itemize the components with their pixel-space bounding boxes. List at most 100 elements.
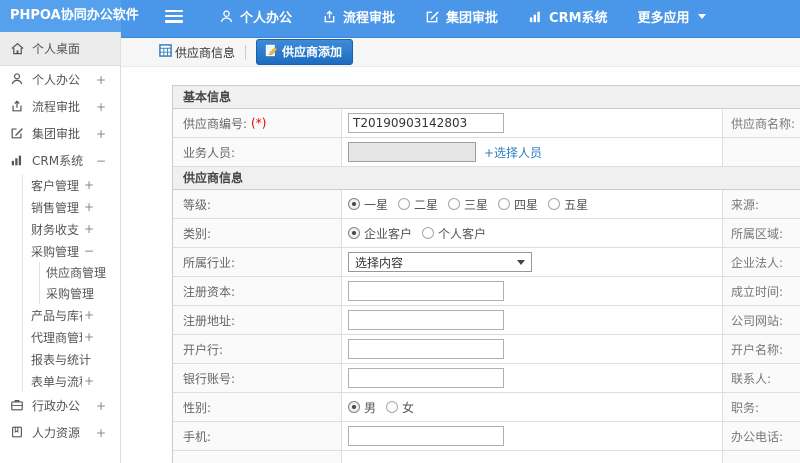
radio-icon[interactable] xyxy=(448,198,461,210)
caret-down-icon xyxy=(697,13,706,19)
expand-icon[interactable]: + xyxy=(84,308,94,322)
radio-grade-4star[interactable]: 四星 xyxy=(498,196,538,213)
radio-individual-customer[interactable]: 个人客户 xyxy=(422,225,486,242)
expand-icon[interactable]: + xyxy=(96,73,106,87)
field-cell: 选择内容 xyxy=(342,248,723,276)
mobile-input[interactable] xyxy=(348,426,504,446)
expand-icon[interactable]: + xyxy=(96,100,106,114)
radio-enterprise-customer[interactable]: 企业客户 xyxy=(348,225,412,242)
field-label: 企业法人: xyxy=(723,248,800,276)
radio-icon[interactable] xyxy=(498,198,511,210)
sidebar-item-purchase-management[interactable]: 采购管理 − xyxy=(23,240,120,262)
field-cell: 企业客户 个人客户 xyxy=(342,219,723,247)
section-header-supplier-info: 供应商信息 xyxy=(173,167,800,190)
sidebar-item-group-approval[interactable]: 集团审批 + xyxy=(0,120,120,147)
sidebar-item-agent-management[interactable]: 代理商管理 + xyxy=(23,326,120,348)
bank-input[interactable] xyxy=(348,339,504,359)
collapse-icon[interactable]: − xyxy=(96,154,106,168)
sidebar-item-purchasing[interactable]: 采购管理 xyxy=(40,283,120,304)
expand-icon[interactable]: + xyxy=(84,200,94,214)
radio-icon[interactable] xyxy=(348,198,360,210)
expand-icon[interactable]: + xyxy=(84,178,94,192)
nav-group-approval[interactable]: 集团审批 xyxy=(425,7,498,26)
field-label: 开户行: xyxy=(173,335,342,363)
nav-workflow-approval[interactable]: 流程审批 xyxy=(322,7,395,26)
cabinet-icon xyxy=(10,398,25,413)
expand-icon[interactable]: + xyxy=(96,127,106,141)
radio-icon[interactable] xyxy=(348,401,360,413)
sidebar-item-label: 采购管理 xyxy=(46,287,95,301)
radio-icon[interactable] xyxy=(386,401,399,413)
sidebar-item-label: 财务收支 xyxy=(31,222,80,237)
form-row-grade: 等级: 一星 二星 三星 四星 五星 来源: xyxy=(173,190,800,219)
nav-more-apps[interactable]: 更多应用 xyxy=(638,7,706,26)
sidebar-item-sales-management[interactable]: 销售管理 + xyxy=(23,196,120,218)
required-marker: (*) xyxy=(251,116,267,130)
sidebar-item-personal-office[interactable]: 个人办公 + xyxy=(0,66,120,93)
field-label xyxy=(723,451,800,463)
select-person-link[interactable]: +选择人员 xyxy=(484,144,542,161)
expand-icon[interactable]: + xyxy=(84,222,94,236)
radio-grade-3star[interactable]: 三星 xyxy=(448,196,488,213)
collapse-icon[interactable]: − xyxy=(84,244,94,258)
tab-supplier-info[interactable]: 供应商信息 xyxy=(159,44,235,61)
field-label: 业务人员: xyxy=(173,138,342,166)
sidebar-item-label: 集团审批 xyxy=(32,127,81,141)
user-icon xyxy=(219,9,234,24)
hamburger-menu-icon[interactable] xyxy=(165,9,183,23)
radio-icon[interactable] xyxy=(398,198,411,210)
sidebar-item-label: 个人办公 xyxy=(32,73,81,87)
field-cell xyxy=(342,109,723,137)
supplier-no-input[interactable] xyxy=(348,113,504,133)
radio-icon[interactable] xyxy=(422,227,435,239)
expand-icon[interactable]: + xyxy=(84,330,94,344)
sidebar-item-crm-system[interactable]: CRM系统 − xyxy=(0,147,120,174)
edit-icon xyxy=(425,9,440,24)
field-label: 来源: xyxy=(723,190,800,218)
field-cell xyxy=(342,422,723,450)
sidebar-item-customer-management[interactable]: 客户管理 + xyxy=(23,174,120,196)
sidebar-item-administrative-office[interactable]: 行政办公 + xyxy=(0,392,120,419)
form-row-industry: 所属行业: 选择内容 企业法人: xyxy=(173,248,800,277)
sidebar-item-finance[interactable]: 财务收支 + xyxy=(23,218,120,240)
field-label: 注册地址: xyxy=(173,306,342,334)
add-doc-icon xyxy=(265,44,278,60)
tab-separator xyxy=(245,44,247,60)
nav-personal-office[interactable]: 个人办公 xyxy=(219,7,292,26)
sidebar-item-label: 产品与库存 xyxy=(31,308,82,323)
form-row-supplier-no: 供应商编号: (*) 供应商名称: (*) xyxy=(173,109,800,138)
expand-icon[interactable]: + xyxy=(84,374,94,388)
edit-icon xyxy=(10,126,25,141)
industry-select[interactable]: 选择内容 xyxy=(348,252,532,272)
radio-icon[interactable] xyxy=(348,227,360,239)
registered-capital-input[interactable] xyxy=(348,281,504,301)
radio-icon[interactable] xyxy=(548,198,561,210)
radio-grade-5star[interactable]: 五星 xyxy=(548,196,588,213)
radio-grade-1star[interactable]: 一星 xyxy=(348,196,388,213)
sidebar-item-product-inventory[interactable]: 产品与库存 + xyxy=(23,304,120,326)
sidebar-item-label: 销售管理 xyxy=(31,200,80,215)
registered-address-input[interactable] xyxy=(348,310,504,330)
sidebar-item-personal-desktop[interactable]: 个人桌面 xyxy=(0,32,120,66)
field-label: 职务: xyxy=(723,393,800,421)
expand-icon[interactable]: + xyxy=(96,399,106,413)
field-label xyxy=(723,138,800,166)
sidebar-item-form-workflow-settings[interactable]: 表单与流程设置 + xyxy=(23,370,120,392)
radio-male[interactable]: 男 xyxy=(348,399,376,416)
bank-account-input[interactable] xyxy=(348,368,504,388)
supplier-add-form: 基本信息 供应商编号: (*) 供应商名称: (*) 业务人员: +选择人员 供… xyxy=(172,85,800,463)
expand-icon[interactable]: + xyxy=(96,426,106,440)
sidebar-item-supplier-management[interactable]: 供应商管理 xyxy=(40,262,120,283)
radio-grade-2star[interactable]: 二星 xyxy=(398,196,438,213)
field-cell: 一星 二星 三星 四星 五星 xyxy=(342,190,723,218)
radio-female[interactable]: 女 xyxy=(386,399,414,416)
nav-crm-system[interactable]: CRM系统 xyxy=(528,7,608,26)
sidebar-item-reports-statistics[interactable]: 报表与统计 xyxy=(23,348,120,370)
field-cell xyxy=(342,335,723,363)
tab-supplier-add[interactable]: 供应商添加 xyxy=(256,39,354,65)
form-row-business-staff: 业务人员: +选择人员 xyxy=(173,138,800,167)
sidebar-item-workflow-approval[interactable]: 流程审批 + xyxy=(0,93,120,120)
field-label: 成立时间: xyxy=(723,277,800,305)
field-label: 类别: xyxy=(173,219,342,247)
sidebar-item-human-resources[interactable]: 人力资源 + xyxy=(0,419,120,446)
